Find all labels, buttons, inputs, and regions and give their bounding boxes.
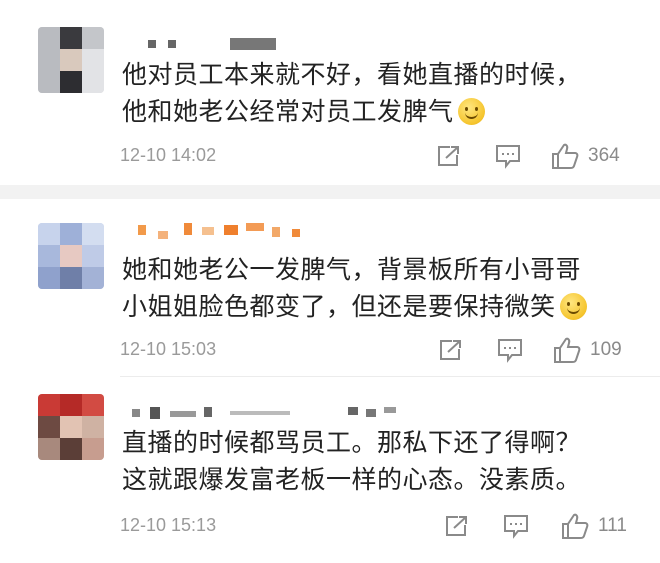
comment-button[interactable] <box>502 511 530 541</box>
comment-item: 他对员工本来就不好，看她直播的时候， 他和她老公经常对员工发脾气 12-10 1… <box>0 0 660 185</box>
comment-text: 她和她老公一发脾气，背景板所有小哥哥 小姐姐脸色都变了，但还是要保持微笑 <box>122 251 642 325</box>
share-icon <box>446 516 467 536</box>
like-count: 111 <box>598 515 627 536</box>
comment-meta: 12-10 15:03 109 <box>120 335 630 365</box>
comment-meta: 12-10 15:13 111 <box>120 511 630 541</box>
share-icon <box>440 340 461 360</box>
avatar[interactable] <box>38 27 104 93</box>
thumbs-up-icon <box>562 513 589 539</box>
comment-icon <box>504 515 528 539</box>
comment-text: 他对员工本来就不好，看她直播的时候， 他和她老公经常对员工发脾气 <box>122 60 582 126</box>
share-button[interactable] <box>444 511 470 541</box>
comment-icon <box>498 339 522 363</box>
share-icon <box>438 146 459 166</box>
username[interactable] <box>120 221 310 241</box>
thumbs-up-icon <box>552 143 579 169</box>
like-button[interactable]: 364 <box>550 141 620 171</box>
smile-emoji-icon <box>559 293 587 320</box>
comment-button[interactable] <box>496 335 524 365</box>
comment-item: 直播的时候都骂员工。那私下还了得啊？ 这就跟爆发富老板一样的心态。没素质。 12… <box>0 377 660 563</box>
like-count: 109 <box>590 339 622 360</box>
comment-meta: 12-10 14:02 364 <box>120 141 630 171</box>
like-button[interactable]: 111 <box>560 511 627 541</box>
avatar[interactable] <box>38 223 104 289</box>
username[interactable] <box>120 403 410 423</box>
comment-time: 12-10 15:13 <box>120 515 217 535</box>
smile-emoji-icon <box>457 98 485 125</box>
username[interactable] <box>120 34 280 54</box>
share-button[interactable] <box>438 335 464 365</box>
comment-text: 直播的时候都骂员工。那私下还了得啊？ 这就跟爆发富老板一样的心态。没素质。 <box>122 428 582 494</box>
comment-time: 12-10 15:03 <box>120 339 217 359</box>
comment-time: 12-10 14:02 <box>120 145 217 165</box>
comment-button[interactable] <box>494 141 522 171</box>
avatar[interactable] <box>38 394 104 460</box>
comment-icon <box>496 145 520 169</box>
section-divider <box>0 185 660 199</box>
thumbs-up-icon <box>554 337 581 363</box>
comment-item: 她和她老公一发脾气，背景板所有小哥哥 小姐姐脸色都变了，但还是要保持微笑 12-… <box>0 199 660 375</box>
like-count: 364 <box>588 145 620 166</box>
share-button[interactable] <box>436 141 462 171</box>
like-button[interactable]: 109 <box>552 335 622 365</box>
